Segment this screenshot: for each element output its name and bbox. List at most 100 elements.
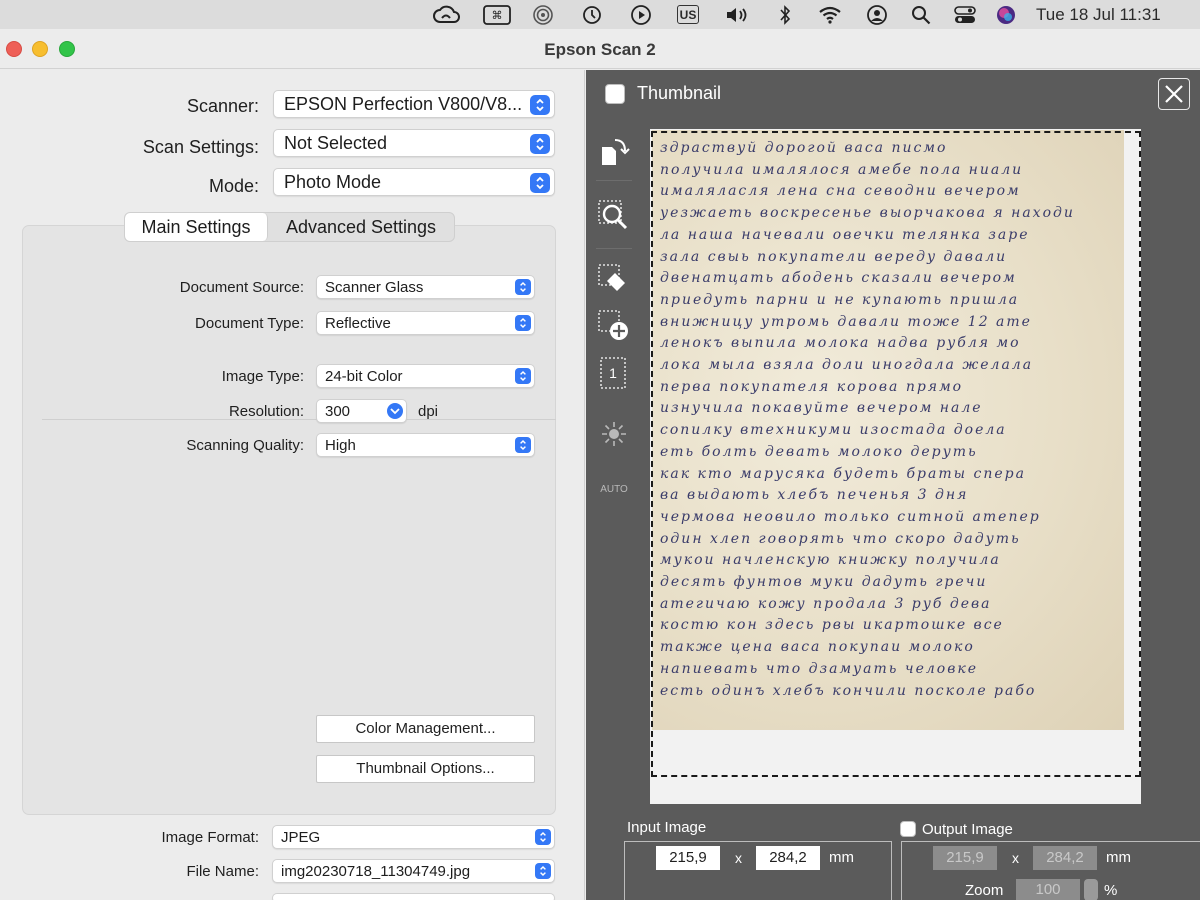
zoom-unit: % (1104, 882, 1118, 899)
user-icon[interactable] (866, 4, 888, 25)
document-type-value: Reflective (325, 315, 391, 332)
image-format-stepper-icon (535, 829, 551, 845)
rotate-icon[interactable] (596, 132, 632, 172)
input-source-icon[interactable]: US (677, 5, 699, 24)
time-machine-icon[interactable] (580, 4, 604, 25)
input-dim-separator: x (735, 850, 742, 866)
input-height-field[interactable]: 284,2 (756, 846, 820, 870)
creative-cloud-icon[interactable] (431, 4, 461, 25)
output-unit: mm (1106, 849, 1131, 866)
scanning-quality-label: Scanning Quality: (186, 437, 304, 454)
scan-settings-value: Not Selected (284, 133, 388, 153)
auto-label: AUTO (600, 484, 628, 495)
add-selection-icon[interactable] (596, 306, 632, 346)
resolution-label: Resolution: (228, 403, 304, 420)
scan-settings-stepper-icon (530, 134, 550, 154)
scan-settings-select[interactable]: Not Selected (273, 129, 555, 157)
file-name-value: img20230718_11304749.jpg (281, 863, 471, 880)
input-image-box: 215,9 x 284,2 mm (624, 841, 892, 900)
input-image-label: Input Image (627, 819, 707, 836)
resolution-dropdown-icon (387, 403, 403, 419)
menu-bar: ⌘ US Tue 18 Jul 11:31 (0, 0, 1200, 29)
scanner-value: EPSON Perfection V800/V8... (284, 94, 523, 114)
scanning-quality-stepper-icon (515, 437, 531, 453)
scanner-label: Scanner: (186, 96, 259, 116)
scanner-stepper-icon (530, 95, 550, 115)
folder-select-partial[interactable] (272, 893, 555, 900)
image-type-value: 24-bit Color (325, 368, 403, 385)
window-title: Epson Scan 2 (544, 40, 656, 59)
volume-icon[interactable] (724, 4, 752, 25)
keyboard-shortcut-icon[interactable]: ⌘ (482, 4, 512, 25)
svg-text:⌘: ⌘ (492, 9, 503, 22)
preview-toolbar: 1 AUTO (586, 118, 642, 498)
file-name-label: File Name: (186, 863, 259, 880)
file-name-select[interactable]: img20230718_11304749.jpg (272, 859, 555, 883)
scanning-quality-select[interactable]: High (316, 433, 535, 457)
selection-marquee[interactable] (651, 131, 1141, 777)
document-source-select[interactable]: Scanner Glass (316, 275, 535, 299)
mode-stepper-icon (530, 173, 550, 193)
image-type-select[interactable]: 24-bit Color (316, 364, 535, 388)
settings-tab-bar: Main Settings Advanced Settings (124, 212, 455, 242)
close-preview-button[interactable] (1158, 78, 1190, 110)
toolbar-separator (596, 248, 632, 249)
mode-value: Photo Mode (284, 172, 382, 192)
menubar-datetime[interactable]: Tue 18 Jul 11:31 (1036, 4, 1186, 25)
auto-exposure-icon[interactable] (596, 414, 632, 454)
bluetooth-icon[interactable] (776, 4, 794, 25)
document-source-stepper-icon (515, 279, 531, 295)
document-type-label: Document Type: (195, 315, 304, 332)
image-type-stepper-icon (515, 368, 531, 384)
output-dim-separator: x (1012, 850, 1019, 866)
document-type-stepper-icon (515, 315, 531, 331)
output-height-field[interactable]: 284,2 (1033, 846, 1097, 870)
zoom-icon[interactable] (596, 196, 632, 236)
spotlight-search-icon[interactable] (910, 4, 932, 25)
thumbnail-options-button[interactable]: Thumbnail Options... (316, 755, 535, 783)
image-format-value: JPEG (281, 829, 321, 846)
scan-settings-label: Scan Settings: (142, 137, 259, 157)
zoom-stepper[interactable] (1084, 879, 1098, 900)
select-all-frames-icon[interactable]: 1 (596, 354, 632, 394)
input-unit: mm (829, 849, 854, 866)
thumbnail-panel: Thumbnail 1 AUTO здраствуй дорогой васа (586, 70, 1200, 900)
color-management-button[interactable]: Color Management... (316, 715, 535, 743)
document-type-select[interactable]: Reflective (316, 311, 535, 335)
tab-main-settings[interactable]: Main Settings (125, 213, 268, 241)
thumbnail-label: Thumbnail (637, 83, 722, 103)
frame-number: 1 (609, 365, 617, 381)
erase-selection-icon[interactable] (596, 260, 632, 300)
resolution-unit: dpi (418, 403, 439, 420)
thumbnail-checkbox[interactable] (605, 84, 625, 104)
zoom-label: Zoom (965, 882, 1004, 899)
siri-icon[interactable] (995, 4, 1017, 25)
settings-panel: Scanner: EPSON Perfection V800/V8... Sca… (0, 70, 585, 900)
document-source-label: Document Source: (179, 279, 304, 296)
close-icon (1165, 85, 1183, 103)
image-format-select[interactable]: JPEG (272, 825, 555, 849)
control-center-icon[interactable] (953, 4, 977, 25)
resolution-combo[interactable]: 300 (316, 399, 407, 423)
scanning-quality-value: High (325, 437, 356, 454)
image-type-label: Image Type: (221, 368, 304, 385)
file-name-stepper-icon (535, 863, 551, 879)
output-image-label: Output Image (922, 821, 1013, 838)
resolution-value: 300 (325, 403, 351, 420)
airplay-icon[interactable] (531, 4, 555, 25)
thumbnail-header: Thumbnail (586, 70, 1200, 118)
mode-select[interactable]: Photo Mode (273, 168, 555, 196)
window-titlebar: Epson Scan 2 (0, 29, 1200, 69)
play-icon[interactable] (629, 4, 653, 25)
output-image-checkbox[interactable] (900, 821, 916, 837)
output-width-field[interactable]: 215,9 (933, 846, 997, 870)
wifi-icon[interactable] (817, 4, 843, 25)
tab-advanced-settings[interactable]: Advanced Settings (268, 213, 454, 241)
scanner-select[interactable]: EPSON Perfection V800/V8... (273, 90, 555, 118)
input-width-field[interactable]: 215,9 (656, 846, 720, 870)
toolbar-separator (596, 180, 632, 181)
zoom-field[interactable]: 100 (1016, 879, 1080, 900)
mode-label: Mode: (208, 176, 259, 196)
document-source-value: Scanner Glass (325, 279, 424, 296)
image-format-label: Image Format: (161, 829, 259, 846)
